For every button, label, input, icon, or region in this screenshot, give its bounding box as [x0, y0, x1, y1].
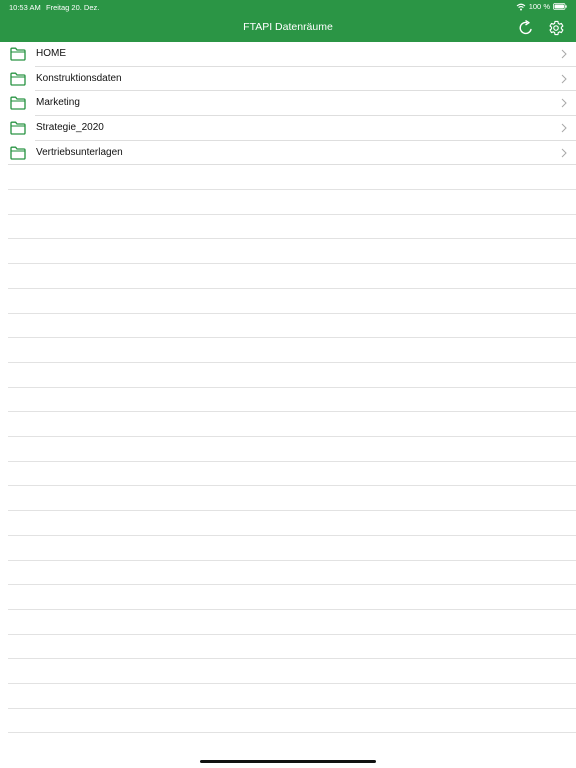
status-right: 100 % [516, 2, 567, 11]
folder-label: Marketing [36, 97, 80, 109]
status-date: Freitag 20. Dez. [46, 3, 100, 12]
folder-list: HOME Konstruktionsdaten Marketing Strate… [0, 42, 576, 166]
folder-label: Vertriebsunterlagen [36, 146, 123, 158]
chevron-right-icon [561, 49, 567, 59]
folder-icon [10, 146, 26, 160]
empty-row-separator [8, 732, 576, 734]
chevron-right-icon [561, 148, 567, 158]
empty-row-separator [8, 337, 576, 339]
empty-row-separator [8, 238, 576, 240]
empty-row-separator [8, 436, 576, 437]
home-indicator[interactable] [200, 760, 376, 763]
empty-row-separator [8, 485, 576, 487]
folder-icon [10, 96, 26, 111]
folder-label: HOME [36, 48, 66, 59]
folder-row-home[interactable]: HOME [0, 42, 576, 67]
empty-row-separator [8, 658, 576, 660]
app-screen: 10:53 AM Freitag 20. Dez. 100 % FTAPI Da… [0, 0, 576, 768]
folder-icon [10, 121, 26, 135]
settings-button[interactable] [546, 18, 566, 38]
empty-row-separator [8, 510, 576, 512]
empty-row-separator [8, 559, 576, 561]
chevron-right-icon [561, 99, 567, 108]
folder-label: Konstruktionsdaten [36, 72, 122, 84]
empty-row-separator [8, 534, 576, 536]
battery-percentage: 100 % [528, 2, 550, 11]
gear-icon [549, 20, 564, 36]
empty-row-separator [8, 386, 576, 388]
empty-row-separator [8, 683, 576, 684]
page-title: FTAPI Datenräume [243, 21, 333, 33]
empty-row-separator [8, 361, 576, 363]
refresh-button[interactable] [516, 18, 536, 38]
empty-row-separator [8, 263, 576, 265]
chevron-right-icon [561, 74, 567, 84]
empty-row-separator [8, 213, 576, 215]
empty-row-separator [8, 312, 576, 314]
navigation-header: 10:53 AM Freitag 20. Dez. 100 % FTAPI Da… [0, 0, 576, 42]
empty-row-separator [8, 633, 576, 635]
folder-label: Strategie_2020 [36, 122, 104, 134]
empty-row-separator [8, 707, 576, 709]
empty-row-separator [8, 460, 576, 462]
empty-row-separator [8, 189, 576, 190]
folder-row-marketing[interactable]: Marketing [0, 91, 576, 116]
status-time: 10:53 AM [9, 3, 41, 12]
wifi-icon [516, 3, 526, 10]
empty-row-separator [8, 608, 576, 610]
empty-row-separator [8, 411, 576, 413]
chevron-right-icon [561, 123, 567, 133]
folder-row-strategie-2020[interactable]: Strategie_2020 [0, 116, 576, 141]
folder-row-vertriebsunterlagen[interactable]: Vertriebsunterlagen [0, 141, 576, 166]
battery-icon [553, 3, 567, 10]
folder-icon [10, 47, 26, 61]
folder-row-konstruktionsdaten[interactable]: Konstruktionsdaten [0, 67, 576, 92]
status-bar: 10:53 AM Freitag 20. Dez. 100 % [0, 0, 576, 14]
empty-row-separator [8, 584, 576, 586]
folder-icon [10, 72, 26, 86]
refresh-icon [519, 20, 532, 35]
empty-row-separator [8, 287, 576, 289]
